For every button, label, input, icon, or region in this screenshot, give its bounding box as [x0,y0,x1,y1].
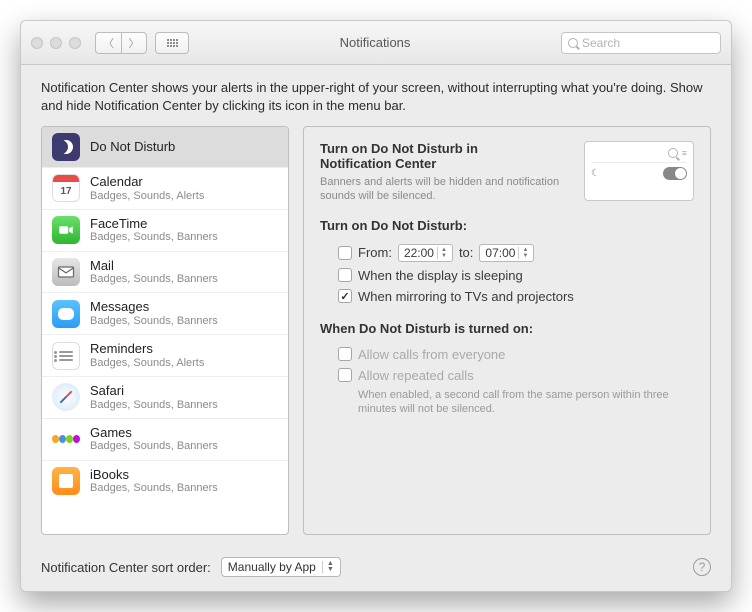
app-list[interactable]: Do Not Disturb 17 Calendar Badges, Sound… [41,126,289,535]
from-checkbox[interactable] [338,246,352,260]
from-label: From: [358,245,392,260]
allow-everyone-checkbox[interactable] [338,347,352,361]
sidebar-item-calendar[interactable]: 17 Calendar Badges, Sounds, Alerts [42,168,288,210]
stepper-icon[interactable]: ▲▼ [518,247,531,259]
repeated-note: When enabled, a second call from the sam… [320,386,694,417]
sidebar-item-mail[interactable]: Mail Badges, Sounds, Banners [42,252,288,294]
mail-icon [52,258,80,286]
content-area: Do Not Disturb 17 Calendar Badges, Sound… [21,126,731,543]
game-center-icon [52,425,80,453]
sleeping-label: When the display is sleeping [358,268,523,283]
nav-buttons: 〈 〉 [95,32,147,54]
reminders-icon [52,342,80,370]
sidebar-item-messages[interactable]: Messages Badges, Sounds, Banners [42,293,288,335]
sidebar-item-sub: Badges, Sounds, Banners [90,440,218,453]
minimize-window-icon[interactable] [50,37,62,49]
zoom-window-icon[interactable] [69,37,81,49]
window-controls [31,37,81,49]
preferences-window: 〈 〉 Notifications Search Notification Ce… [20,20,732,592]
search-icon [568,38,578,48]
help-button[interactable]: ? [693,558,711,576]
window-title: Notifications [197,35,553,50]
footer: Notification Center sort order: Manually… [21,543,731,591]
sidebar-item-label: Mail [90,258,218,274]
to-label: to: [459,245,473,260]
sidebar-item-label: FaceTime [90,216,218,232]
sort-label: Notification Center sort order: [41,560,211,575]
ibooks-icon [52,467,80,495]
sleeping-checkbox[interactable] [338,268,352,282]
toggle-switch-icon [663,167,687,180]
sidebar-item-sub: Badges, Sounds, Banners [90,231,218,244]
sidebar-item-sub: Badges, Sounds, Alerts [90,190,204,203]
sidebar-item-games[interactable]: Games Badges, Sounds, Banners [42,419,288,461]
allow-repeated-label: Allow repeated calls [358,368,474,383]
sidebar-item-label: Reminders [90,341,204,357]
sidebar-item-label: Safari [90,383,218,399]
moon-icon: ☾ [591,168,600,179]
titlebar: 〈 〉 Notifications Search [21,21,731,65]
stepper-icon[interactable]: ▲▼ [437,247,450,259]
moon-icon [52,133,80,161]
sidebar-item-label: Messages [90,299,218,315]
grid-icon [167,39,178,47]
sort-order-dropdown[interactable]: Manually by App ▲▼ [221,557,341,577]
sidebar-item-label: Games [90,425,218,441]
chevron-updown-icon: ▲▼ [322,561,334,573]
back-button[interactable]: 〈 [95,32,121,54]
calendar-icon: 17 [52,174,80,202]
notification-center-thumbnail: ≡ ☾ [584,141,694,201]
detail-title: Turn on Do Not Disturb inNotification Ce… [320,141,572,171]
sidebar-item-sub: Badges, Sounds, Banners [90,315,218,328]
search-icon [668,148,678,158]
mirroring-checkbox[interactable] [338,289,352,303]
to-time-field[interactable]: 07:00 ▲▼ [479,244,534,262]
schedule-heading: Turn on Do Not Disturb: [320,218,694,233]
sidebar-item-sub: Badges, Sounds, Banners [90,482,218,495]
from-time-field[interactable]: 22:00 ▲▼ [398,244,453,262]
facetime-icon [52,216,80,244]
safari-icon [52,383,80,411]
sidebar-item-sub: Badges, Sounds, Banners [90,273,218,286]
mirroring-label: When mirroring to TVs and projectors [358,289,574,304]
sidebar-item-reminders[interactable]: Reminders Badges, Sounds, Alerts [42,335,288,377]
detail-subtitle: Banners and alerts will be hidden and no… [320,175,572,204]
close-window-icon[interactable] [31,37,43,49]
allow-everyone-label: Allow calls from everyone [358,347,505,362]
description-text: Notification Center shows your alerts in… [21,65,731,126]
sidebar-item-facetime[interactable]: FaceTime Badges, Sounds, Banners [42,210,288,252]
search-input[interactable]: Search [561,32,721,54]
sidebar-item-label: iBooks [90,467,218,483]
messages-icon [52,300,80,328]
allow-repeated-checkbox[interactable] [338,368,352,382]
sidebar-item-label: Calendar [90,174,204,190]
sidebar-item-sub: Badges, Sounds, Alerts [90,357,204,370]
sidebar-item-sub: Badges, Sounds, Banners [90,399,218,412]
sidebar-item-ibooks[interactable]: iBooks Badges, Sounds, Banners [42,461,288,502]
forward-button[interactable]: 〉 [121,32,147,54]
sidebar-item-do-not-disturb[interactable]: Do Not Disturb [42,127,288,168]
search-placeholder: Search [582,36,620,50]
list-icon: ≡ [682,148,687,158]
sidebar-item-safari[interactable]: Safari Badges, Sounds, Banners [42,377,288,419]
detail-panel: Turn on Do Not Disturb inNotification Ce… [303,126,711,535]
sidebar-item-label: Do Not Disturb [90,139,175,155]
show-all-button[interactable] [155,32,189,54]
turned-on-heading: When Do Not Disturb is turned on: [320,321,694,336]
